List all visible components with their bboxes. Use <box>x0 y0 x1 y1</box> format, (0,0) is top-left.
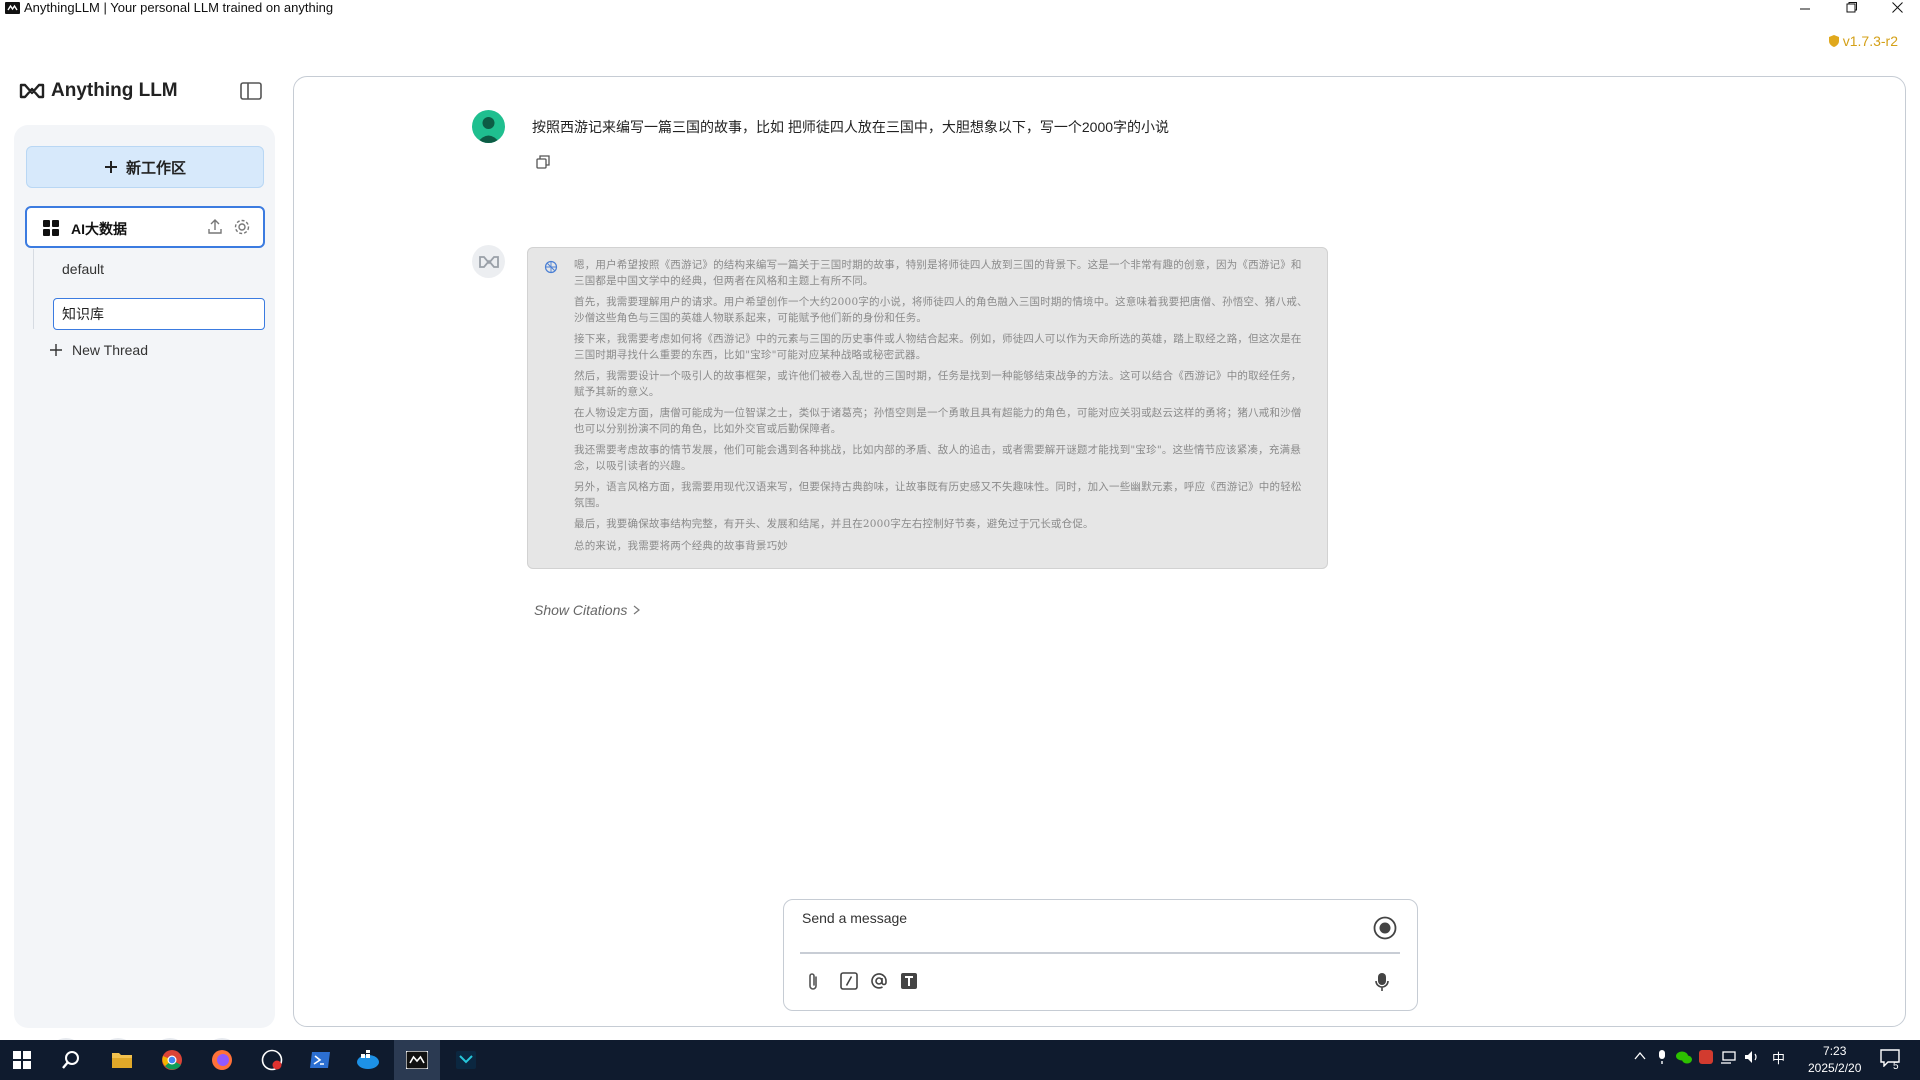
window-title: AnythingLLM | Your personal LLM trained … <box>24 0 334 15</box>
thought-line: 我还需要考虑故事的情节发展，他们可能会遇到各种挑战，比如内部的矛盾、敌人的追击，… <box>574 444 1301 472</box>
version-badge[interactable]: v1.7.3-r2 <box>1828 33 1898 49</box>
maximize-button[interactable] <box>1828 0 1874 15</box>
thread-item-default[interactable]: default <box>62 261 104 277</box>
thought-line: 然后，我需要设计一个吸引人的故事框架，或许他们被卷入乱世的三国时期，任务是找到一… <box>574 370 1302 398</box>
microphone-icon <box>1375 973 1389 991</box>
notification-count: 5 <box>1893 1061 1899 1072</box>
tray-network-icon[interactable] <box>1720 1051 1736 1064</box>
text-format-button[interactable] <box>900 972 918 990</box>
slash-command-icon <box>840 972 858 990</box>
docker-icon[interactable] <box>354 1046 382 1074</box>
gear-icon[interactable] <box>233 218 251 236</box>
microphone-button[interactable] <box>1375 972 1389 992</box>
minimize-button[interactable] <box>1782 0 1828 15</box>
at-mention-icon <box>871 973 887 989</box>
user-avatar <box>472 110 505 143</box>
app-logo: Anything LLM <box>19 80 178 102</box>
anythingllm-logo-icon <box>19 83 45 99</box>
workspace-item-ai-bigdata[interactable]: AI大数据 <box>25 206 265 248</box>
attach-icon <box>809 973 817 990</box>
assistant-avatar <box>472 245 505 278</box>
show-citations-button[interactable]: Show Citations <box>534 602 641 618</box>
thought-line: 接下来，我需要考虑如何将《西游记》中的元素与三国的历史事件或人物结合起来。例如，… <box>574 333 1302 361</box>
stop-circle-icon <box>1373 916 1397 940</box>
sidebar-toggle-icon[interactable] <box>240 82 262 100</box>
chrome-icon[interactable] <box>158 1046 186 1074</box>
at-mention-button[interactable] <box>870 972 888 990</box>
tray-app-icon[interactable] <box>1699 1050 1713 1064</box>
powershell-icon[interactable] <box>306 1046 334 1074</box>
tray-chevron-up-icon[interactable] <box>1634 1051 1646 1061</box>
workspace-panel: 新工作区 AI大数据 default 知识库 New Thread <box>14 125 275 1072</box>
new-thread-button[interactable]: New Thread <box>50 342 148 358</box>
tray-microphone-icon[interactable] <box>1657 1050 1667 1064</box>
vscode-like-icon[interactable] <box>452 1046 480 1074</box>
text-format-icon <box>901 973 917 989</box>
composer-divider <box>800 952 1400 954</box>
chat-panel: 按照西游记来编写一篇三国的故事，比如 把师徒四人放在三国中，大胆想象以下，写一个… <box>293 76 1906 1027</box>
logo-text: Anything LLM <box>51 80 178 101</box>
anythingllm-app-icon <box>5 2 20 14</box>
thought-line: 总的来说，我需要将两个经典的故事背景巧妙 <box>574 539 788 552</box>
version-text: v1.7.3-r2 <box>1842 33 1898 49</box>
sidebar: Anything LLM 新工作区 AI大数据 default 知识库 New … <box>0 60 290 1072</box>
send-stop-button[interactable] <box>1373 916 1397 940</box>
message-input[interactable]: Send a message <box>802 910 907 926</box>
new-workspace-label: 新工作区 <box>125 159 186 177</box>
clock-date: 2025/2/20 <box>1808 1061 1862 1075</box>
assistant-thought-block: 嗯，用户希望按照《西游记》的结构来编写一篇关于三国时期的故事，特别是将师徒四人放… <box>527 247 1328 569</box>
thought-line: 最后，我要确保故事结构完整，有开头、发展和结尾，并且在2000字左右控制好节奏，… <box>574 518 1094 530</box>
windows-taskbar <box>0 1040 1920 1080</box>
thought-line: 在人物设定方面，唐僧可能成为一位智谋之士，类似于诸葛亮；孙悟空则是一个勇敢且具有… <box>574 407 1302 435</box>
ime-indicator[interactable]: 中 <box>1772 1048 1785 1067</box>
tray-volume-icon[interactable] <box>1744 1050 1760 1064</box>
clock-time: 7:23 <box>1823 1044 1847 1058</box>
thinking-brain-icon <box>544 260 558 274</box>
thread-tree-line <box>33 249 34 329</box>
show-citations-label: Show Citations <box>534 602 628 618</box>
copy-icon[interactable] <box>536 155 550 169</box>
upload-icon[interactable] <box>207 219 223 235</box>
close-button[interactable] <box>1874 0 1920 15</box>
plus-icon <box>104 161 117 173</box>
search-icon[interactable] <box>57 1046 85 1074</box>
taskbar-clock[interactable]: 7:23 2025/2/20 <box>1808 1043 1861 1077</box>
attach-button[interactable] <box>806 972 820 992</box>
shield-icon <box>1828 35 1839 47</box>
thought-line: 嗯，用户希望按照《西游记》的结构来编写一篇关于三国时期的故事，特别是将师徒四人放… <box>574 259 1302 287</box>
chevron-right-icon <box>634 605 641 615</box>
plus-icon <box>50 344 62 356</box>
start-windows-icon[interactable] <box>8 1046 36 1074</box>
window-title-bar: AnythingLLM | Your personal LLM trained … <box>0 0 1920 60</box>
message-composer: Send a message <box>783 899 1418 1011</box>
user-message: 按照西游记来编写一篇三国的故事，比如 把师徒四人放在三国中，大胆想象以下，写一个… <box>532 119 1170 135</box>
firefox-icon[interactable] <box>208 1046 236 1074</box>
new-thread-label: New Thread <box>72 342 149 358</box>
workspace-grid-icon <box>43 220 59 236</box>
anythingllm-taskbar-icon[interactable] <box>403 1046 431 1074</box>
slash-command-button[interactable] <box>840 972 858 990</box>
workspace-name: AI大数据 <box>71 221 127 237</box>
thought-line: 首先，我需要理解用户的请求。用户希望创作一个大约2000字的小说，将师徒四人的角… <box>574 296 1308 324</box>
thread-item-knowledge-base[interactable]: 知识库 <box>53 298 265 330</box>
file-explorer-icon[interactable] <box>108 1046 136 1074</box>
thought-line: 另外，语言风格方面，我需要用现代汉语来写，但要保持古典韵味，让故事既有历史感又不… <box>574 481 1302 509</box>
tray-wechat-icon[interactable] <box>1676 1051 1692 1064</box>
new-workspace-button[interactable]: 新工作区 <box>26 146 264 188</box>
github-desktop-icon[interactable] <box>258 1046 286 1074</box>
